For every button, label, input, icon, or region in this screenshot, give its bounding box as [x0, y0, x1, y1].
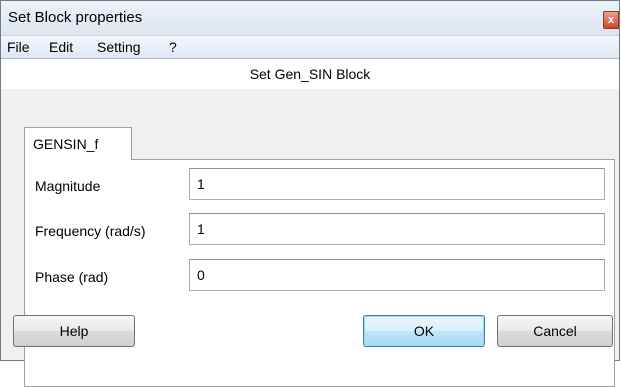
parameter-row-magnitude: Magnitude	[25, 167, 614, 207]
tab-gensin-f[interactable]: GENSIN_f	[24, 127, 132, 160]
menu-edit[interactable]: Edit	[49, 39, 73, 55]
frequency-label: Frequency (rad/s)	[35, 223, 146, 239]
close-button[interactable]: x	[603, 11, 619, 29]
header-area: Set Gen_SIN Block	[1, 59, 619, 89]
menu-file[interactable]: File	[7, 39, 30, 55]
menu-bar: File Edit Setting ?	[1, 36, 619, 59]
block-title: Set Gen_SIN Block	[249, 66, 371, 82]
phase-label: Phase (rad)	[35, 269, 109, 285]
title-bar[interactable]: Set Block properties x	[1, 1, 619, 36]
frequency-field[interactable]	[189, 213, 605, 245]
close-icon: x	[607, 14, 615, 26]
menu-help[interactable]: ?	[169, 39, 177, 55]
dialog-window: Set Block properties x File Edit Setting…	[0, 0, 620, 387]
menu-setting[interactable]: Setting	[97, 39, 141, 55]
ok-button[interactable]: OK	[363, 315, 485, 347]
cancel-button[interactable]: Cancel	[497, 315, 613, 347]
phase-field[interactable]	[189, 259, 605, 291]
parameter-row-phase: Phase (rad)	[25, 258, 614, 298]
help-button[interactable]: Help	[13, 315, 135, 347]
tab-label: GENSIN_f	[33, 136, 99, 152]
parameter-row-frequency: Frequency (rad/s)	[25, 212, 614, 252]
magnitude-label: Magnitude	[35, 178, 101, 194]
magnitude-field[interactable]	[189, 168, 605, 200]
window-title: Set Block properties	[8, 9, 143, 26]
parameters-panel: Magnitude Frequency (rad/s) Phase (rad)	[24, 159, 615, 387]
